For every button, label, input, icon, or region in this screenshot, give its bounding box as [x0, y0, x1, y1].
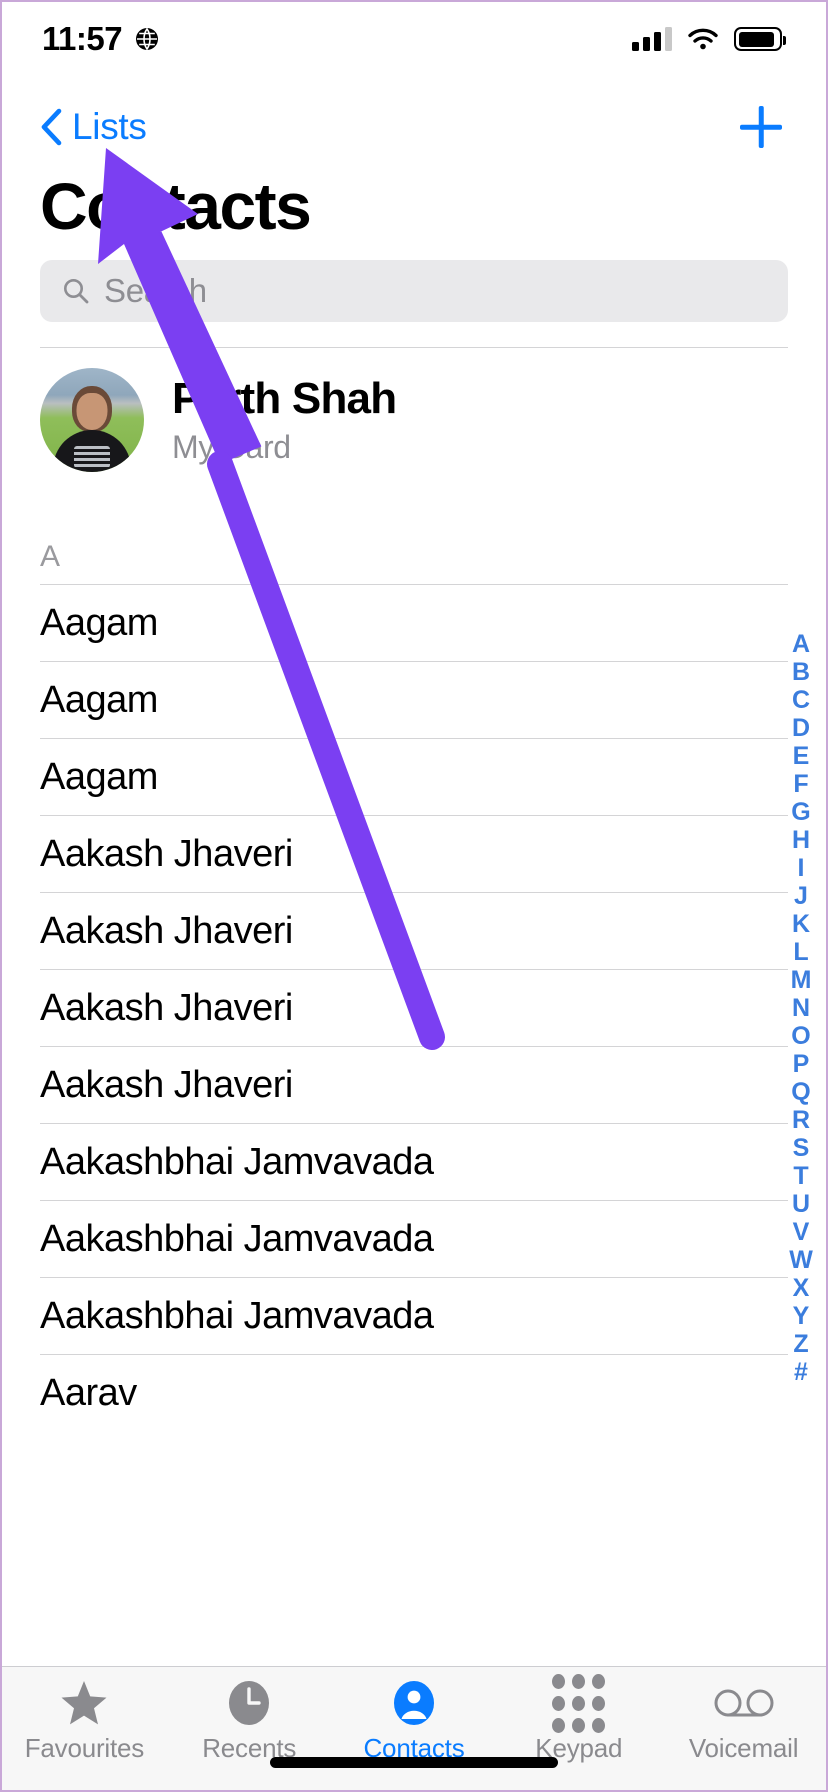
contact-name: Aagam [40, 755, 158, 798]
index-letter-n[interactable]: N [792, 994, 810, 1022]
cellular-signal-icon [632, 27, 672, 51]
tab-favourites[interactable]: Favourites [2, 1679, 167, 1764]
search-field[interactable]: Search [40, 260, 788, 322]
home-indicator [270, 1757, 558, 1768]
person-circle-icon [390, 1679, 438, 1727]
index-letter-i[interactable]: I [798, 854, 805, 882]
index-letter-w[interactable]: W [789, 1246, 813, 1274]
index-letter-m[interactable]: M [791, 966, 812, 994]
contact-name: Aagam [40, 601, 158, 644]
index-letter-g[interactable]: G [791, 798, 810, 826]
index-letter-x[interactable]: X [793, 1274, 810, 1302]
index-letter-e[interactable]: E [793, 742, 810, 770]
wifi-icon [688, 28, 718, 50]
battery-icon [734, 27, 786, 51]
star-icon [59, 1679, 109, 1727]
contact-row[interactable]: Aakash Jhaveri [40, 1046, 788, 1123]
contact-name: Aagam [40, 678, 158, 721]
search-icon [64, 279, 89, 304]
separator [40, 347, 788, 348]
back-button-label: Lists [72, 106, 147, 147]
tab-bar: Favourites Recents Contacts Keypad Voice… [2, 1666, 826, 1790]
my-card-name: Parth Shah [172, 374, 397, 423]
contact-name: Aakashbhai Jamvavada [40, 1217, 434, 1260]
contact-name: Aarav [40, 1371, 137, 1414]
tab-contacts[interactable]: Contacts [332, 1679, 497, 1764]
status-bar: 11:57 [2, 2, 826, 76]
contact-row[interactable]: Aakashbhai Jamvavada [40, 1200, 788, 1277]
index-letter-d[interactable]: D [792, 714, 810, 742]
my-card-text: Parth Shah My Card [172, 374, 397, 466]
index-letter-hash[interactable]: # [794, 1358, 808, 1386]
back-to-lists-button[interactable]: Lists [40, 106, 147, 148]
chevron-left-icon [41, 108, 62, 146]
location-services-icon [134, 26, 160, 52]
index-letter-q[interactable]: Q [791, 1078, 810, 1106]
status-bar-right [632, 27, 786, 51]
index-letter-h[interactable]: H [792, 826, 810, 854]
search-bar[interactable]: Search [40, 260, 788, 322]
index-letter-k[interactable]: K [792, 910, 810, 938]
page-title: Contacts [40, 169, 312, 243]
index-letter-u[interactable]: U [792, 1190, 810, 1218]
add-contact-button[interactable] [734, 100, 788, 154]
tab-recents[interactable]: Recents [167, 1679, 332, 1764]
tab-voicemail[interactable]: Voicemail [661, 1679, 826, 1764]
index-letter-p[interactable]: P [793, 1050, 810, 1078]
index-letter-l[interactable]: L [793, 938, 808, 966]
contact-row[interactable]: Aakash Jhaveri [40, 815, 788, 892]
contact-row[interactable]: Aakashbhai Jamvavada [40, 1277, 788, 1354]
contact-name: Aakash Jhaveri [40, 832, 293, 875]
contact-name: Aakashbhai Jamvavada [40, 1294, 434, 1337]
index-letter-v[interactable]: V [793, 1218, 810, 1246]
status-bar-left: 11:57 [42, 20, 160, 58]
avatar [40, 368, 144, 472]
contact-name: Aakashbhai Jamvavada [40, 1140, 434, 1183]
index-letter-z[interactable]: Z [793, 1330, 808, 1358]
my-card-subtitle: My Card [172, 429, 291, 465]
clock-icon [225, 1679, 273, 1727]
contact-name: Aakash Jhaveri [40, 986, 293, 1029]
contact-name: Aakash Jhaveri [40, 1063, 293, 1106]
contact-row[interactable]: Aakash Jhaveri [40, 892, 788, 969]
index-letter-a[interactable]: A [792, 630, 810, 658]
my-card-row[interactable]: Parth Shah My Card [40, 360, 788, 480]
voicemail-icon [713, 1679, 775, 1727]
contact-row[interactable]: Aakashbhai Jamvavada [40, 1123, 788, 1200]
index-letter-o[interactable]: O [791, 1022, 810, 1050]
index-letter-j[interactable]: J [794, 882, 808, 910]
contact-row[interactable]: Aagam [40, 661, 788, 738]
index-letter-y[interactable]: Y [793, 1302, 810, 1330]
contact-name: Aakash Jhaveri [40, 909, 293, 952]
keypad-icon [552, 1673, 606, 1733]
contact-list[interactable]: A Aagam Aagam Aagam Aakash Jhaveri Aakash Jha… [2, 522, 826, 1666]
section-header: A [40, 540, 61, 573]
contact-row[interactable]: Aagam [40, 584, 788, 661]
index-letter-f[interactable]: F [793, 770, 808, 798]
index-letter-c[interactable]: C [792, 686, 810, 714]
status-bar-clock: 11:57 [42, 20, 123, 57]
tab-label: Favourites [24, 1733, 145, 1763]
contact-row[interactable]: Aarav [40, 1354, 788, 1431]
alphabet-index-bar[interactable]: A B C D E F G H I J K L M N O P Q R S T U V W X Y Z # [782, 630, 820, 1386]
index-letter-t[interactable]: T [793, 1162, 808, 1190]
index-letter-s[interactable]: S [793, 1134, 810, 1162]
iphone-screen: 11:57 Lists Contacts Search Parth Shah M… [0, 0, 828, 1792]
index-letter-b[interactable]: B [792, 658, 810, 686]
tab-keypad[interactable]: Keypad [496, 1673, 661, 1764]
search-placeholder: Search [104, 272, 207, 309]
contact-row[interactable]: Aakash Jhaveri [40, 969, 788, 1046]
tab-label: Voicemail [688, 1733, 799, 1763]
contact-row[interactable]: Aagam [40, 738, 788, 815]
index-letter-r[interactable]: R [792, 1106, 810, 1134]
navigation-bar: Lists [2, 90, 826, 164]
